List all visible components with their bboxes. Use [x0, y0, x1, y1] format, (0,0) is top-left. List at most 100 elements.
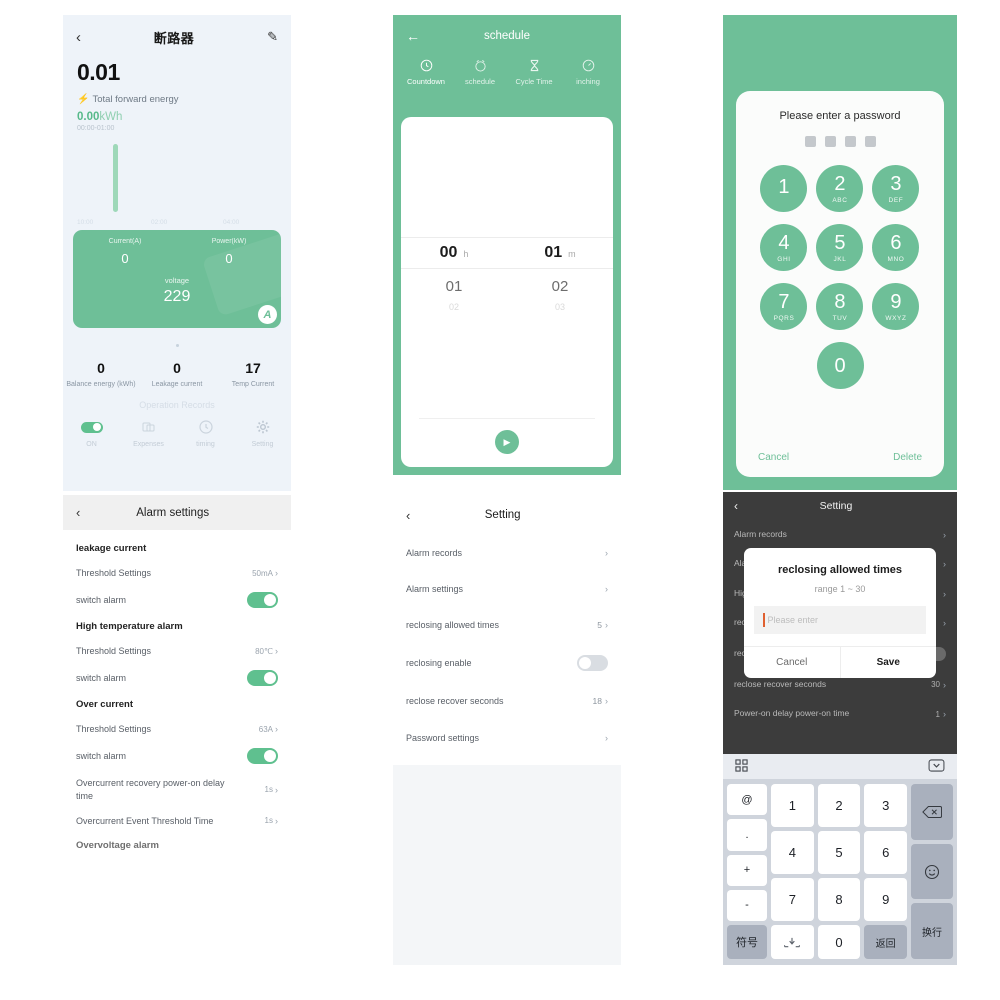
bolt-icon: ⚡: [77, 94, 90, 105]
tab-label: Countdown: [407, 77, 445, 86]
key-8[interactable]: 8: [817, 878, 861, 921]
row-value: 1: [935, 709, 940, 719]
ampere-badge: A: [258, 305, 277, 324]
countdown-picker[interactable]: 00 h 01 m 01 02 02 03: [401, 237, 613, 312]
row-overcurrent-threshold[interactable]: Threshold Settings 63A ›: [63, 710, 291, 735]
hour-next2-value[interactable]: 02: [401, 295, 507, 312]
toggle-switch[interactable]: [247, 748, 278, 765]
setting-empty-area: [393, 765, 621, 965]
minute-next2-value[interactable]: 03: [507, 295, 613, 312]
row-hightemp-threshold[interactable]: Threshold Settings 80℃ ›: [63, 632, 291, 657]
row-hightemp-switch[interactable]: switch alarm: [63, 657, 291, 687]
emoji-icon[interactable]: [911, 843, 953, 900]
alarm-icon: [453, 57, 507, 73]
key-5[interactable]: 5: [817, 831, 861, 874]
keypad-key-4[interactable]: 4 GHI: [756, 218, 812, 277]
dialog-buttons: Cancel Save: [744, 646, 936, 678]
collapse-keyboard-icon[interactable]: [928, 758, 945, 775]
setting-row-reclose-recover-seconds[interactable]: reclose recover seconds 18 ›: [393, 683, 621, 719]
keyboard-row-3: 7 8 9: [771, 878, 908, 921]
row-overcurrent-delay[interactable]: Overcurrent recovery power-on delay time…: [63, 764, 291, 801]
hour-column-selected[interactable]: 00 h: [401, 238, 507, 268]
toggle-icon[interactable]: [63, 418, 120, 436]
dark-row-power-on-delay[interactable]: Power-on delay power-on time 1 ›: [723, 699, 957, 728]
keypad-key-1[interactable]: 1: [756, 159, 812, 218]
toggle-switch[interactable]: [247, 592, 278, 609]
key-0[interactable]: 0: [817, 925, 861, 959]
voltage-metric: voltage 229: [73, 276, 281, 306]
key-1[interactable]: 1: [771, 784, 814, 827]
key-6[interactable]: 6: [864, 831, 908, 874]
row-leakage-threshold[interactable]: Threshold Settings 50mA ›: [63, 554, 291, 579]
bottom-nav: ON Expenses timing Setting: [63, 418, 291, 448]
row-leakage-switch[interactable]: switch alarm: [63, 579, 291, 609]
nav-item-setting[interactable]: Setting: [234, 418, 291, 448]
key-back[interactable]: 返回: [864, 925, 908, 959]
delete-button[interactable]: Delete: [893, 452, 922, 463]
setting-row-alarm-settings[interactable]: Alarm settings ›: [393, 571, 621, 607]
key-space[interactable]: [771, 925, 814, 959]
row-overcurrent-switch[interactable]: switch alarm: [63, 735, 291, 765]
row-value-wrap: ›: [605, 548, 608, 558]
cancel-button[interactable]: Cancel: [758, 452, 789, 463]
keypad-key-6[interactable]: 6 MNO: [868, 218, 924, 277]
key-symbols[interactable]: 符号: [727, 925, 767, 959]
keypad-key-7[interactable]: 7 PQRS: [756, 277, 812, 336]
stat-value: 0: [97, 360, 105, 376]
key-dot[interactable]: .: [727, 819, 767, 851]
nav-item-on[interactable]: ON: [63, 418, 120, 448]
key-3[interactable]: 3: [864, 784, 908, 827]
hour-next-value[interactable]: 01: [401, 269, 507, 295]
key-9[interactable]: 9: [864, 878, 908, 921]
key-4[interactable]: 4: [771, 831, 814, 874]
nav-item-expenses[interactable]: Expenses: [120, 418, 177, 448]
chevron-right-icon: ›: [943, 588, 946, 599]
keypad-key-3[interactable]: 3 DEF: [868, 159, 924, 218]
setting-row-reclosing-enable[interactable]: reclosing enable: [393, 643, 621, 683]
nav-item-timing[interactable]: timing: [177, 418, 234, 448]
toggle-switch[interactable]: [247, 670, 278, 687]
keypad-key-0[interactable]: 0: [756, 336, 924, 395]
dark-row-alarm-records[interactable]: Alarm records ›: [723, 520, 957, 549]
backspace-icon[interactable]: [911, 784, 953, 840]
setting-row-password-settings[interactable]: Password settings ›: [393, 720, 621, 756]
tab-cycle-time[interactable]: Cycle Time: [507, 57, 561, 86]
key-minus[interactable]: -: [727, 889, 767, 921]
current-value: 0: [121, 251, 129, 266]
dialog-save-button[interactable]: Save: [841, 647, 937, 678]
setting-row-reclosing-allowed-times[interactable]: reclosing allowed times 5 ›: [393, 607, 621, 643]
keypad-key-9[interactable]: 9 WXYZ: [868, 277, 924, 336]
dialog-input[interactable]: Please enter: [754, 606, 926, 634]
keypad-key-2[interactable]: 2 ABC: [812, 159, 868, 218]
tab-inching[interactable]: inching: [561, 57, 615, 86]
tab-countdown[interactable]: Countdown: [399, 57, 453, 86]
dialog-cancel-button[interactable]: Cancel: [744, 647, 841, 678]
key-digit: 5: [834, 231, 846, 254]
setting-row-alarm-records[interactable]: Alarm records ›: [393, 535, 621, 571]
toggle-switch[interactable]: [577, 655, 608, 672]
row-label: reclose recover seconds: [734, 678, 827, 689]
back-arrow-icon[interactable]: ←: [406, 28, 420, 44]
row-overcurrent-event-threshold[interactable]: Overcurrent Event Threshold Time 1s ›: [63, 802, 291, 827]
tab-schedule[interactable]: schedule: [453, 57, 507, 86]
password-prompt: Please enter a password: [779, 110, 901, 122]
grid-icon[interactable]: [735, 758, 748, 775]
operation-records-label[interactable]: Operation Records: [63, 400, 291, 410]
row-label: switch alarm: [76, 595, 127, 606]
minute-column-selected[interactable]: 01 m: [507, 238, 613, 268]
key-plus[interactable]: +: [727, 854, 767, 886]
clock-icon: [177, 418, 234, 436]
keyboard-row-4: 0 返回: [771, 925, 908, 959]
keyboard-right-column: 换行: [911, 784, 953, 960]
keypad-key-5[interactable]: 5 JKL: [812, 218, 868, 277]
key-7[interactable]: 7: [771, 878, 814, 921]
keypad-key-8[interactable]: 8 TUV: [812, 277, 868, 336]
carousel-indicator[interactable]: [63, 334, 291, 352]
key-enter[interactable]: 换行: [911, 903, 953, 960]
edit-icon[interactable]: ✎: [267, 29, 278, 45]
key-2[interactable]: 2: [817, 784, 861, 827]
row-label: Password settings: [406, 732, 480, 743]
key-at[interactable]: @: [727, 784, 767, 816]
minute-next-value[interactable]: 02: [507, 269, 613, 295]
start-button[interactable]: ▶: [495, 430, 519, 454]
